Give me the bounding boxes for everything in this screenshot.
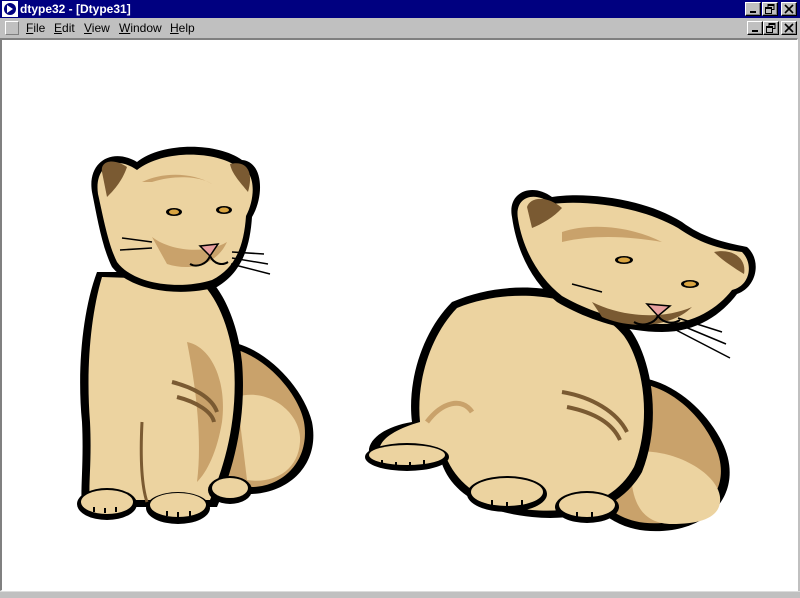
app-icon[interactable] <box>2 1 18 17</box>
title-bar[interactable]: dtype32 - [Dtype31] <box>0 0 800 18</box>
document-canvas[interactable] <box>0 38 798 591</box>
window-title: dtype32 - [Dtype31] <box>20 2 131 16</box>
restore-button[interactable] <box>762 2 778 16</box>
minimize-icon <box>750 11 756 13</box>
minimize-button[interactable] <box>745 2 761 16</box>
restore-icon <box>766 23 776 33</box>
lion-cubs-clipart <box>77 146 756 532</box>
menu-bar: File Edit View Window Help <box>0 18 800 38</box>
restore-icon <box>765 4 775 14</box>
left-lion-cub <box>77 146 314 524</box>
menu-help[interactable]: Help <box>170 21 195 35</box>
menu-window[interactable]: Window <box>119 21 162 35</box>
close-button[interactable] <box>781 2 797 16</box>
close-icon <box>784 4 794 14</box>
doc-restore-button[interactable] <box>763 21 779 35</box>
right-lion-cub <box>365 189 756 532</box>
close-icon <box>784 23 794 33</box>
document-icon[interactable] <box>5 21 19 35</box>
menu-view[interactable]: View <box>84 21 110 35</box>
minimize-icon <box>752 30 758 32</box>
menu-file[interactable]: File <box>26 21 45 35</box>
status-edge <box>0 591 800 598</box>
doc-close-button[interactable] <box>781 21 797 35</box>
menu-edit[interactable]: Edit <box>54 21 75 35</box>
doc-minimize-button[interactable] <box>747 21 763 35</box>
